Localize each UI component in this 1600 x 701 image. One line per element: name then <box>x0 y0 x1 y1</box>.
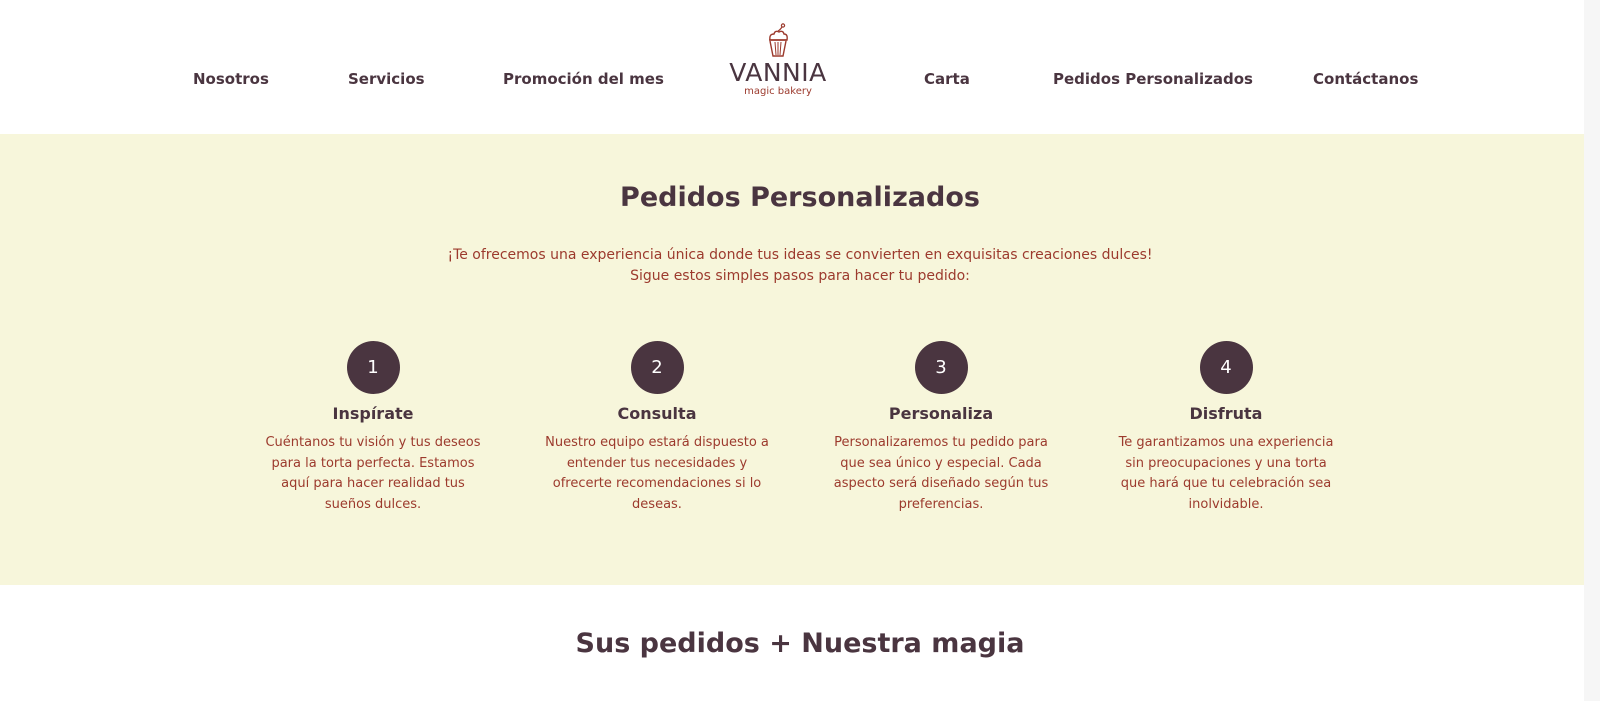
site-header: Nosotros Servicios Promoción del mes VAN… <box>0 0 1600 134</box>
page: Nosotros Servicios Promoción del mes VAN… <box>0 0 1600 701</box>
step-card: 1 Inspírate Cuéntanos tu visión y tus de… <box>253 341 493 515</box>
step-card: 3 Personaliza Personalizaremos tu pedido… <box>821 341 1061 515</box>
section-intro: ¡Te ofrecemos una experiencia única dond… <box>0 245 1600 287</box>
page-scrollbar[interactable] <box>1584 0 1600 701</box>
intro-line-1: ¡Te ofrecemos una experiencia única dond… <box>447 247 1153 263</box>
step-title: Consulta <box>617 404 697 423</box>
step-description: Cuéntanos tu visión y tus deseos para la… <box>265 435 481 512</box>
step-card: 2 Consulta Nuestro equipo estará dispues… <box>537 341 777 515</box>
step-card: 4 Disfruta Te garantizamos una experienc… <box>1106 341 1346 515</box>
logo-subtitle: magic bakery <box>744 86 812 97</box>
nav-link-nosotros[interactable]: Nosotros <box>193 70 269 88</box>
section-title: Pedidos Personalizados <box>620 182 980 213</box>
step-title: Personaliza <box>888 404 994 423</box>
logo[interactable]: VANNIA magic bakery <box>722 22 834 106</box>
step-number-badge: 2 <box>630 341 684 394</box>
nav-link-servicios[interactable]: Servicios <box>348 70 425 88</box>
nav-link-contactanos[interactable]: Contáctanos <box>1313 70 1418 88</box>
step-description: Nuestro equipo estará dispuesto a entend… <box>545 435 769 512</box>
step-description: Te garantizamos una experiencia sin preo… <box>1118 435 1334 512</box>
cupcake-icon <box>769 23 788 57</box>
custom-orders-section: Pedidos Personalizados ¡Te ofrecemos una… <box>0 134 1584 585</box>
intro-line-2: Sigue estos simples pasos para hacer tu … <box>630 268 970 284</box>
nav-link-promocion-del-mes[interactable]: Promoción del mes <box>503 70 664 88</box>
logo-title: VANNIA <box>729 58 827 87</box>
step-number-badge: 4 <box>1199 341 1253 394</box>
step-number-badge: 3 <box>914 341 968 394</box>
step-number-badge: 1 <box>346 341 400 394</box>
step-title: Inspírate <box>332 404 414 423</box>
nav-link-pedidos-personalizados[interactable]: Pedidos Personalizados <box>1053 70 1253 88</box>
step-title: Disfruta <box>1189 404 1263 423</box>
step-description: Personalizaremos tu pedido para que sea … <box>833 435 1049 512</box>
nav-link-carta[interactable]: Carta <box>924 70 970 88</box>
bottom-section-title: Sus pedidos + Nuestra magia <box>575 628 1025 659</box>
